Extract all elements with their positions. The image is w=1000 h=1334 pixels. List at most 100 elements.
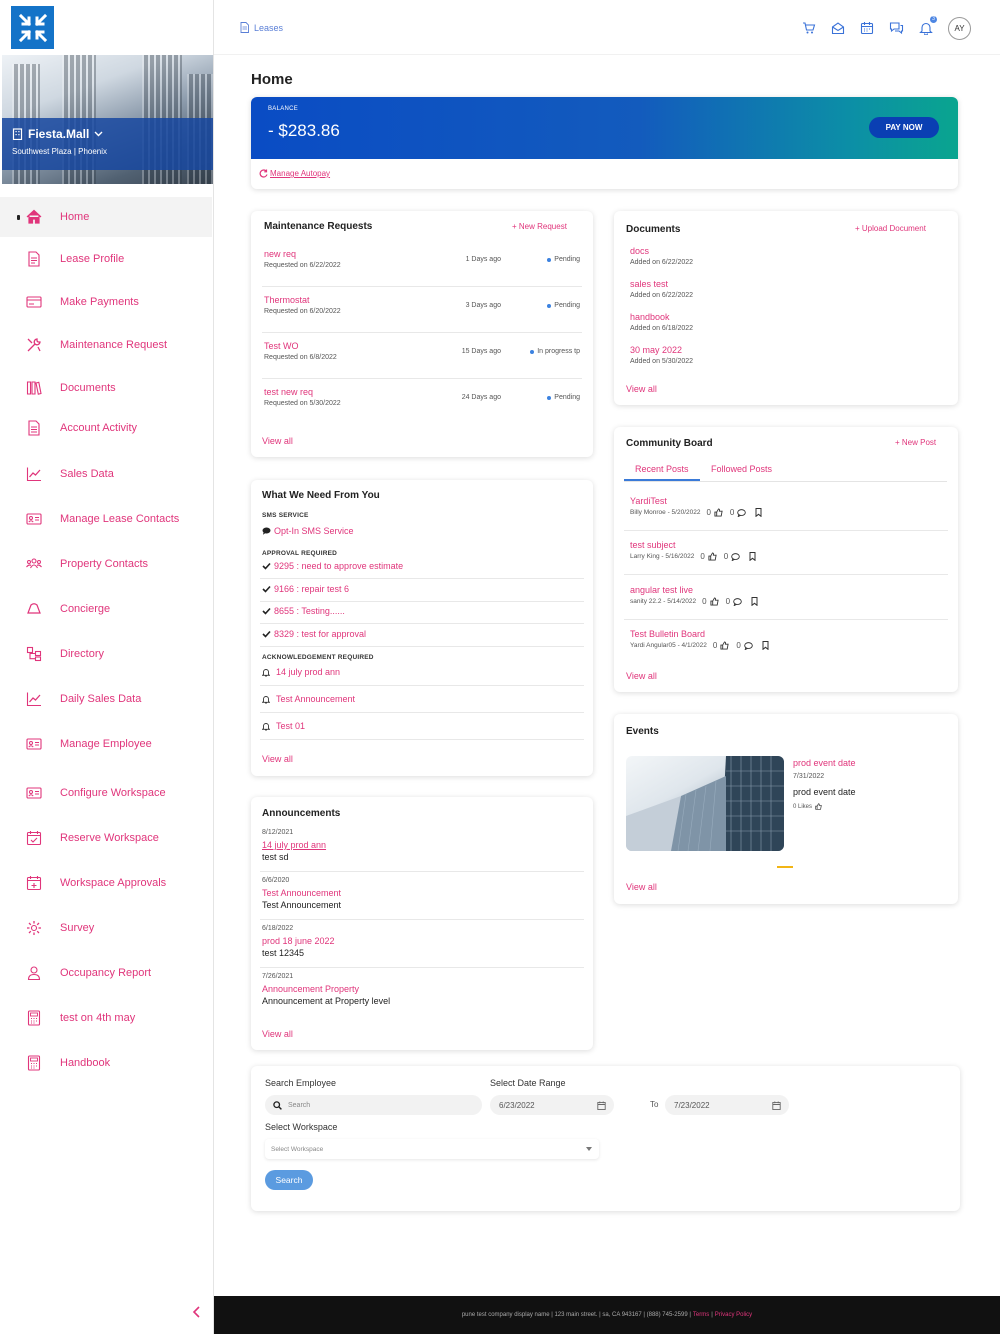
notification-bell-icon[interactable] <box>919 21 933 35</box>
pay-now-button[interactable]: PAY NOW <box>869 117 939 138</box>
maintenance-request-title[interactable]: Test WO <box>264 341 299 351</box>
sidebar-item-concierge[interactable]: Concierge <box>0 589 212 629</box>
sidebar-item-sales-data[interactable]: Sales Data <box>0 454 212 494</box>
acknowledgement-label[interactable]: Test Announcement <box>276 694 355 704</box>
thumbs-up-icon[interactable] <box>815 803 822 810</box>
comment-icon[interactable] <box>737 508 747 517</box>
announcement-title[interactable]: Announcement Property <box>262 984 359 994</box>
approval-item[interactable]: 8329 : test for approval <box>262 629 366 639</box>
sidebar-item-configure-workspace[interactable]: Configure Workspace <box>0 773 212 813</box>
thumbs-up-icon[interactable] <box>710 597 719 606</box>
sidebar-item-test-on-4th-may[interactable]: test on 4th may <box>0 998 212 1038</box>
comment-icon[interactable] <box>731 552 741 561</box>
post-title[interactable]: Test Bulletin Board <box>630 629 705 639</box>
user-avatar[interactable]: AY <box>948 17 971 40</box>
document-title[interactable]: handbook <box>630 312 670 322</box>
sidebar-item-home[interactable]: Home <box>0 197 212 237</box>
comment-icon[interactable] <box>743 641 753 650</box>
maintenance-request-title[interactable]: Thermostat <box>264 295 310 305</box>
sidebar-item-property-contacts[interactable]: Property Contacts <box>0 544 212 584</box>
manage-autopay-label[interactable]: Manage Autopay <box>270 169 330 178</box>
collapse-sidebar-button[interactable] <box>192 1306 202 1318</box>
app-logo[interactable] <box>11 6 54 49</box>
announcement-title[interactable]: 14 july prod ann <box>262 840 326 850</box>
post-title[interactable]: YardiTest <box>630 496 667 506</box>
approval-label[interactable]: 9166 : repair test 6 <box>274 584 349 594</box>
event-image[interactable] <box>626 756 784 851</box>
approval-item[interactable]: 8655 : Testing...... <box>262 606 345 616</box>
needs-view-all-link[interactable]: View all <box>262 754 293 764</box>
sidebar-item-daily-sales-data[interactable]: Daily Sales Data <box>0 679 212 719</box>
sidebar-item-manage-lease-contacts[interactable]: Manage Lease Contacts <box>0 499 212 539</box>
carousel-indicator[interactable] <box>777 866 793 868</box>
sidebar-item-reserve-workspace[interactable]: Reserve Workspace <box>0 818 212 858</box>
post-title[interactable]: angular test live <box>630 585 693 595</box>
calendar-icon[interactable] <box>597 1101 606 1110</box>
announcement-title[interactable]: prod 18 june 2022 <box>262 936 335 946</box>
tab-recent-posts[interactable]: Recent Posts <box>635 464 689 474</box>
mail-open-icon[interactable] <box>831 21 845 35</box>
sidebar-item-handbook[interactable]: Handbook <box>0 1043 212 1083</box>
acknowledgement-label[interactable]: 14 july prod ann <box>276 667 340 677</box>
sidebar-item-survey[interactable]: Survey <box>0 908 212 948</box>
bookmark-icon[interactable] <box>751 597 758 606</box>
sidebar-item-account-activity[interactable]: Account Activity <box>0 408 212 448</box>
acknowledgement-item[interactable]: 14 july prod ann <box>262 667 340 677</box>
manage-autopay-link[interactable]: Manage Autopay <box>259 169 330 178</box>
opt-in-sms-label[interactable]: Opt-In SMS Service <box>274 526 354 536</box>
new-post-link[interactable]: + New Post <box>895 438 936 447</box>
date-from-input[interactable]: 6/23/2022 <box>490 1095 614 1115</box>
comment-icon[interactable] <box>733 597 742 606</box>
sidebar-item-make-payments[interactable]: Make Payments <box>0 282 212 322</box>
approval-label[interactable]: 9295 : need to approve estimate <box>274 561 403 571</box>
acknowledgement-item[interactable]: Test 01 <box>262 721 305 731</box>
thumbs-up-icon[interactable] <box>714 508 723 517</box>
sidebar-item-lease-profile[interactable]: Lease Profile <box>0 239 212 279</box>
sidebar-item-workspace-approvals[interactable]: Workspace Approvals <box>0 863 212 903</box>
acknowledgement-label[interactable]: Test 01 <box>276 721 305 731</box>
events-view-all-link[interactable]: View all <box>626 882 657 892</box>
thumbs-up-icon[interactable] <box>708 552 717 561</box>
opt-in-sms-link[interactable]: Opt-In SMS Service <box>262 526 354 536</box>
tab-followed-posts[interactable]: Followed Posts <box>711 464 772 474</box>
document-title[interactable]: 30 may 2022 <box>630 345 682 355</box>
approval-label[interactable]: 8329 : test for approval <box>274 629 366 639</box>
search-button[interactable]: Search <box>265 1170 313 1190</box>
event-title[interactable]: prod event date <box>793 758 856 768</box>
thumbs-up-icon[interactable] <box>720 641 729 650</box>
acknowledgement-item[interactable]: Test Announcement <box>262 694 355 704</box>
property-selector[interactable]: Fiesta.Mall Southwest Plaza | Phoenix <box>2 118 213 170</box>
date-to-input[interactable]: 7/23/2022 <box>665 1095 789 1115</box>
community-view-all-link[interactable]: View all <box>626 671 657 681</box>
sidebar-item-maintenance-request[interactable]: Maintenance Request <box>0 325 212 365</box>
sidebar-item-directory[interactable]: Directory <box>0 634 212 674</box>
announcements-view-all-link[interactable]: View all <box>262 1029 293 1039</box>
maintenance-request-title[interactable]: new req <box>264 249 296 259</box>
approval-item[interactable]: 9166 : repair test 6 <box>262 584 349 594</box>
approval-label[interactable]: 8655 : Testing...... <box>274 606 345 616</box>
announcement-title[interactable]: Test Announcement <box>262 888 341 898</box>
maintenance-view-all-link[interactable]: View all <box>262 436 293 446</box>
bookmark-icon[interactable] <box>749 552 756 561</box>
sidebar-item-documents[interactable]: Documents <box>0 368 212 408</box>
post-title[interactable]: test subject <box>630 540 676 550</box>
document-title[interactable]: docs <box>630 246 649 256</box>
calendar-icon[interactable] <box>772 1101 781 1110</box>
sidebar-item-occupancy-report[interactable]: Occupancy Report <box>0 953 212 993</box>
breadcrumb[interactable]: Leases <box>240 22 283 33</box>
document-title[interactable]: sales test <box>630 279 668 289</box>
approval-item[interactable]: 9295 : need to approve estimate <box>262 561 403 571</box>
new-request-link[interactable]: + New Request <box>512 222 567 231</box>
breadcrumb-leases[interactable]: Leases <box>254 23 283 33</box>
upload-document-link[interactable]: + Upload Document <box>855 224 926 233</box>
chat-icon[interactable] <box>889 21 904 35</box>
calendar-icon[interactable] <box>860 21 874 35</box>
bookmark-icon[interactable] <box>762 641 769 650</box>
select-workspace-dropdown[interactable]: Select Workspace <box>265 1139 599 1159</box>
documents-view-all-link[interactable]: View all <box>626 384 657 394</box>
cart-icon[interactable] <box>802 21 816 35</box>
search-employee-input[interactable]: Search <box>265 1095 482 1115</box>
maintenance-request-title[interactable]: test new req <box>264 387 313 397</box>
privacy-policy-link[interactable]: Privacy Policy <box>715 1312 752 1318</box>
sidebar-item-manage-employee[interactable]: Manage Employee <box>0 724 212 764</box>
